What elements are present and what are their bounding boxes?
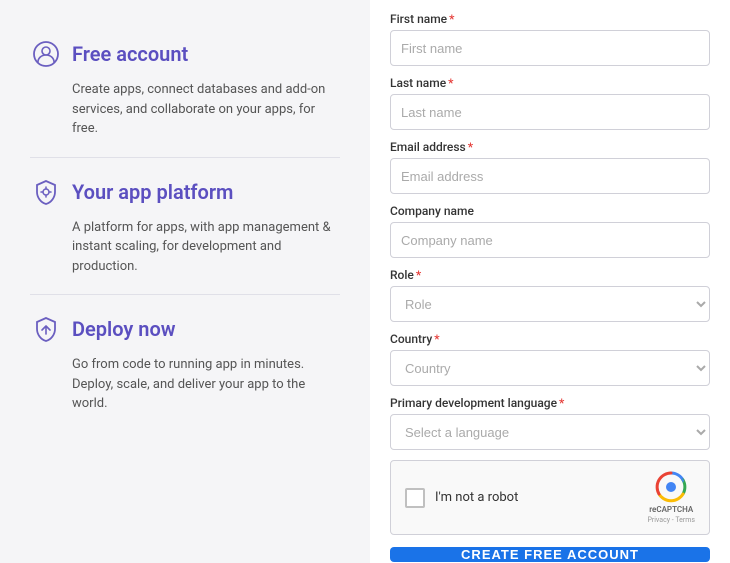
company-group: Company name xyxy=(390,204,710,258)
last-name-input[interactable] xyxy=(390,94,710,130)
feature-header-app-platform: Your app platform xyxy=(30,176,340,208)
language-select[interactable]: Select a language JavaScript Python Ruby… xyxy=(390,414,710,450)
captcha-container: I'm not a robot reCAPTCHA Privacy - Term… xyxy=(390,460,710,535)
company-label: Company name xyxy=(390,204,710,218)
email-required: * xyxy=(468,140,473,154)
recaptcha-icon xyxy=(655,471,687,503)
email-label: Email address* xyxy=(390,140,710,154)
last-name-group: Last name* xyxy=(390,76,710,130)
last-name-label: Last name* xyxy=(390,76,710,90)
language-required: * xyxy=(559,396,564,410)
feature-deploy-now: Deploy now Go from code to running app i… xyxy=(30,295,340,432)
captcha-checkbox[interactable] xyxy=(405,488,425,508)
feature-header-free-account: Free account xyxy=(30,38,340,70)
email-input[interactable] xyxy=(390,158,710,194)
feature-header-deploy-now: Deploy now xyxy=(30,313,340,345)
country-label: Country* xyxy=(390,332,710,346)
email-group: Email address* xyxy=(390,140,710,194)
person-circle-icon xyxy=(30,38,62,70)
captcha-right: reCAPTCHA Privacy - Terms xyxy=(647,471,695,524)
language-group: Primary development language* Select a l… xyxy=(390,396,710,450)
feature-free-account: Free account Create apps, connect databa… xyxy=(30,20,340,158)
feature-title-deploy-now: Deploy now xyxy=(72,317,176,341)
role-required: * xyxy=(416,268,421,282)
feature-desc-free-account: Create apps, connect databases and add-o… xyxy=(30,80,340,139)
role-label: Role* xyxy=(390,268,710,282)
first-name-required: * xyxy=(449,12,454,26)
country-required: * xyxy=(434,332,439,346)
signup-form: First name* Last name* Email address* Co… xyxy=(370,0,730,563)
country-group: Country* Country United States United Ki… xyxy=(390,332,710,386)
recaptcha-brand: reCAPTCHA xyxy=(649,505,693,514)
first-name-label: First name* xyxy=(390,12,710,26)
feature-desc-deploy-now: Go from code to running app in minutes. … xyxy=(30,355,340,414)
recaptcha-links: Privacy - Terms xyxy=(647,516,695,524)
shield-gear-icon xyxy=(30,176,62,208)
role-select[interactable]: Role Developer Designer Manager Other xyxy=(390,286,710,322)
language-label: Primary development language* xyxy=(390,396,710,410)
feature-desc-app-platform: A platform for apps, with app management… xyxy=(30,218,340,277)
first-name-group: First name* xyxy=(390,12,710,66)
country-select[interactable]: Country United States United Kingdom Can… xyxy=(390,350,710,386)
first-name-input[interactable] xyxy=(390,30,710,66)
company-input[interactable] xyxy=(390,222,710,258)
upload-arrow-icon xyxy=(30,313,62,345)
feature-title-app-platform: Your app platform xyxy=(72,180,233,204)
feature-app-platform: Your app platform A platform for apps, w… xyxy=(30,158,340,296)
create-account-button[interactable]: CREATE FREE ACCOUNT xyxy=(390,547,710,562)
last-name-required: * xyxy=(448,76,453,90)
captcha-label: I'm not a robot xyxy=(435,490,518,505)
role-group: Role* Role Developer Designer Manager Ot… xyxy=(390,268,710,322)
left-panel: Free account Create apps, connect databa… xyxy=(0,0,370,563)
feature-title-free-account: Free account xyxy=(72,42,188,66)
captcha-left: I'm not a robot xyxy=(405,488,518,508)
